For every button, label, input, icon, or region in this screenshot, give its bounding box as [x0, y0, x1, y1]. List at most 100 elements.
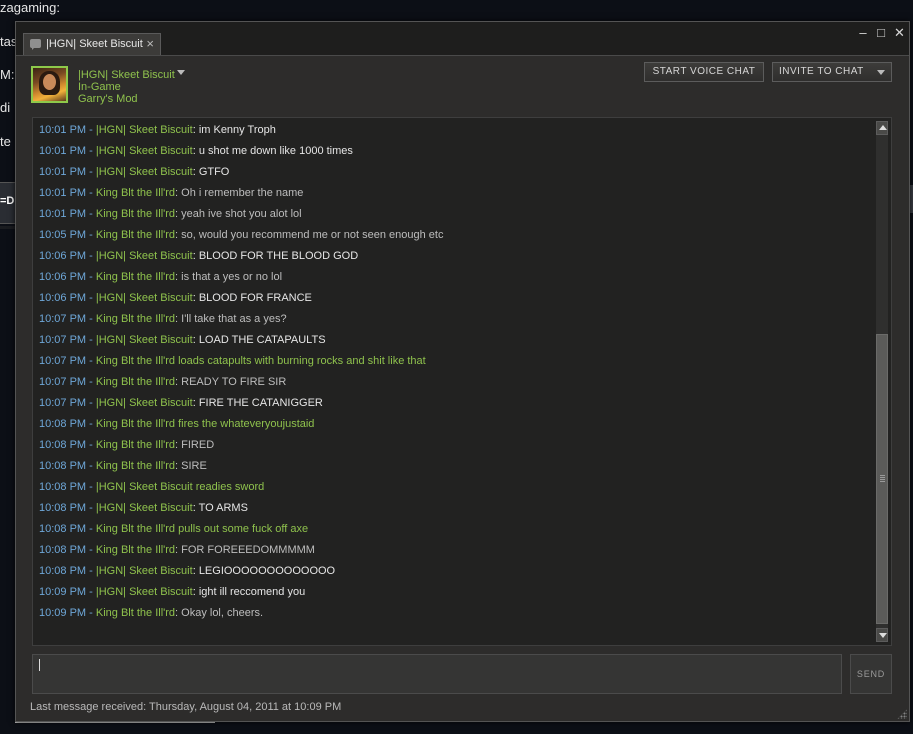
message-separator: -	[86, 313, 96, 325]
message-separator: -	[86, 502, 96, 514]
close-window-icon[interactable]: ✕	[894, 25, 905, 41]
chevron-down-icon[interactable]	[177, 70, 185, 75]
message-sender[interactable]: King Blt the Ill'rd	[96, 313, 175, 325]
message-sender[interactable]: |HGN| Skeet Biscuit	[96, 292, 193, 304]
message-text: BLOOD FOR FRANCE	[198, 292, 312, 304]
message-text: FIRE THE CATANIGGER	[198, 397, 323, 409]
chat-tab-label: |HGN| Skeet Biscuit	[46, 38, 143, 50]
text-cursor	[39, 659, 40, 671]
message-time: 10:06 PM	[39, 250, 87, 262]
chat-message: 10:08 PM - King Blt the Ill'rd: FIRED	[39, 435, 214, 456]
message-sender[interactable]: King Blt the Ill'rd	[96, 229, 175, 241]
chat-message: 10:08 PM - |HGN| Skeet Biscuit: TO ARMS	[39, 498, 248, 519]
message-time: 10:06 PM	[39, 271, 87, 283]
scrollbar[interactable]	[876, 121, 888, 642]
message-separator: -	[86, 607, 96, 619]
chat-message: 10:01 PM - King Blt the Ill'rd: Oh i rem…	[39, 183, 303, 204]
friend-status: In-Game	[78, 81, 121, 93]
message-separator: -	[86, 439, 96, 451]
scroll-up-button[interactable]	[876, 121, 888, 135]
message-sender[interactable]: King Blt the Ill'rd	[96, 355, 175, 367]
scroll-down-button[interactable]	[876, 628, 888, 642]
friend-game: Garry's Mod	[78, 93, 138, 105]
message-sender[interactable]: King Blt the Ill'rd	[96, 271, 175, 283]
title-bar[interactable]: |HGN| Skeet Biscuit × – □ ✕	[16, 22, 909, 56]
chat-message: 10:01 PM - |HGN| Skeet Biscuit: GTFO	[39, 162, 229, 183]
chat-message: 10:01 PM - King Blt the Ill'rd: yeah ive…	[39, 204, 302, 225]
start-voice-chat-button[interactable]: START VOICE CHAT	[644, 62, 764, 82]
message-time: 10:07 PM	[39, 313, 87, 325]
message-separator: -	[86, 229, 96, 241]
message-sender[interactable]: |HGN| Skeet Biscuit	[96, 565, 193, 577]
message-sender[interactable]: |HGN| Skeet Biscuit	[96, 586, 193, 598]
message-sender[interactable]: King Blt the Ill'rd	[96, 187, 175, 199]
message-text: u shot me down like 1000 times	[198, 145, 353, 157]
message-sender[interactable]: |HGN| Skeet Biscuit	[96, 397, 193, 409]
message-separator: -	[86, 187, 96, 199]
message-separator: -	[86, 460, 96, 472]
message-input[interactable]	[32, 654, 842, 694]
message-sender[interactable]: King Blt the Ill'rd	[96, 418, 175, 430]
scrollbar-thumb[interactable]	[876, 334, 888, 624]
maximize-icon[interactable]: □	[876, 25, 886, 41]
message-text: so, would you recommend me or not seen e…	[181, 229, 444, 241]
message-time: 10:01 PM	[39, 145, 87, 157]
chat-message: 10:06 PM - |HGN| Skeet Biscuit: BLOOD FO…	[39, 246, 358, 267]
invite-to-chat-button[interactable]: INVITE TO CHAT	[772, 62, 892, 82]
message-sender[interactable]: |HGN| Skeet Biscuit	[96, 334, 193, 346]
message-sender[interactable]: |HGN| Skeet Biscuit	[96, 124, 193, 136]
avatar[interactable]	[31, 66, 68, 103]
message-text: readies sword	[195, 481, 265, 493]
message-separator: -	[86, 565, 96, 577]
message-time: 10:01 PM	[39, 208, 87, 220]
invite-to-chat-label: INVITE TO CHAT	[779, 66, 864, 77]
message-sender[interactable]: King Blt the Ill'rd	[96, 376, 175, 388]
message-sender[interactable]: |HGN| Skeet Biscuit	[96, 481, 193, 493]
message-sender[interactable]: |HGN| Skeet Biscuit	[96, 250, 193, 262]
message-separator: -	[86, 334, 96, 346]
message-sender[interactable]: King Blt the Ill'rd	[96, 460, 175, 472]
chat-tab[interactable]: |HGN| Skeet Biscuit ×	[23, 33, 161, 55]
scroll-up-icon	[879, 125, 887, 130]
chat-message: 10:07 PM - |HGN| Skeet Biscuit: LOAD THE…	[39, 330, 326, 351]
message-time: 10:08 PM	[39, 439, 87, 451]
message-sender[interactable]: King Blt the Ill'rd	[96, 607, 175, 619]
message-text: SIRE	[181, 460, 207, 472]
send-button[interactable]: SEND	[850, 654, 892, 694]
resize-grip-icon[interactable]	[897, 709, 907, 719]
message-sender[interactable]: King Blt the Ill'rd	[96, 544, 175, 556]
chevron-down-icon	[877, 70, 885, 75]
message-text: im Kenny Troph	[198, 124, 276, 136]
message-separator: -	[86, 124, 96, 136]
message-time: 10:07 PM	[39, 397, 87, 409]
chat-message: 10:07 PM - |HGN| Skeet Biscuit: FIRE THE…	[39, 393, 323, 414]
last-message-status: Last message received: Thursday, August …	[30, 701, 342, 713]
chat-message: 10:09 PM - |HGN| Skeet Biscuit: ight ill…	[39, 582, 305, 603]
message-text: Okay lol, cheers.	[181, 607, 264, 619]
message-sender[interactable]: King Blt the Ill'rd	[96, 439, 175, 451]
message-time: 10:01 PM	[39, 166, 87, 178]
message-time: 10:08 PM	[39, 565, 87, 577]
message-sender[interactable]: King Blt the Ill'rd	[96, 523, 175, 535]
message-time: 10:07 PM	[39, 355, 87, 367]
close-icon[interactable]: ×	[146, 36, 154, 51]
message-sender[interactable]: |HGN| Skeet Biscuit	[96, 145, 193, 157]
message-sender[interactable]: |HGN| Skeet Biscuit	[96, 166, 193, 178]
minimize-icon[interactable]: –	[858, 25, 868, 41]
message-sender[interactable]: |HGN| Skeet Biscuit	[96, 502, 193, 514]
message-separator: -	[86, 208, 96, 220]
message-sender[interactable]: King Blt the Ill'rd	[96, 208, 175, 220]
message-text: LEGIOOOOOOOOOOOOO	[198, 565, 336, 577]
message-separator: -	[86, 250, 96, 262]
bg-window-bar: =DI	[0, 182, 17, 224]
message-separator: -	[86, 418, 96, 430]
scroll-down-icon	[879, 633, 887, 638]
friend-name[interactable]: |HGN| Skeet Biscuit	[78, 69, 175, 81]
chat-message: 10:08 PM - King Blt the Ill'rd pulls out…	[39, 519, 308, 540]
chat-log[interactable]: 10:01 PM - |HGN| Skeet Biscuit: im Kenny…	[32, 117, 892, 646]
chat-message: 10:01 PM - |HGN| Skeet Biscuit: u shot m…	[39, 141, 353, 162]
bg-divider	[0, 226, 16, 229]
message-separator: -	[86, 523, 96, 535]
message-separator: -	[86, 397, 96, 409]
message-text: yeah ive shot you alot lol	[181, 208, 302, 220]
